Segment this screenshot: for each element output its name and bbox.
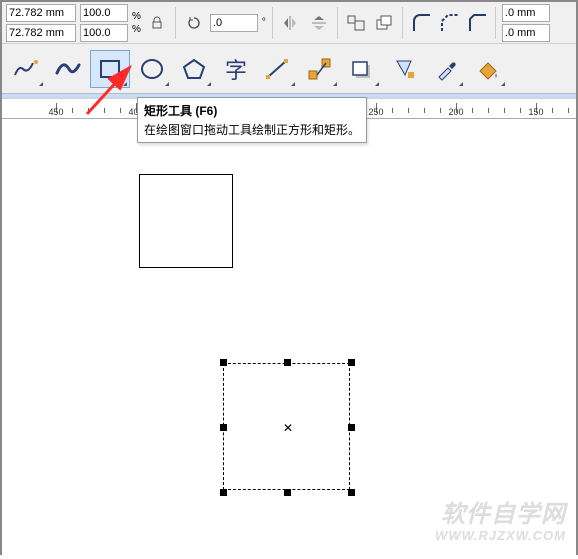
height-input[interactable]	[6, 24, 76, 42]
tooltip-body: 在绘图窗口拖动工具绘制正方形和矩形。	[144, 121, 360, 138]
align-icon[interactable]	[344, 11, 368, 35]
property-bar: % % °	[2, 2, 576, 44]
connector-tool[interactable]	[300, 50, 340, 88]
rotate-icon[interactable]	[182, 11, 206, 35]
drawn-rectangle-1[interactable]	[139, 174, 233, 268]
ruler-label: 200	[448, 107, 463, 117]
order-icon[interactable]	[372, 11, 396, 35]
handle-w[interactable]	[220, 424, 227, 431]
lock-ratio-icon[interactable]	[145, 11, 169, 35]
outline-2-input[interactable]	[502, 24, 550, 42]
corner-scallop-icon[interactable]	[437, 11, 461, 35]
ellipse-tool[interactable]	[132, 50, 172, 88]
handle-s[interactable]	[284, 489, 291, 496]
fill-tool[interactable]	[468, 50, 508, 88]
rectangle-tool-tooltip: 矩形工具 (F6) 在绘图窗口拖动工具绘制正方形和矩形。	[137, 97, 367, 143]
transparency-tool[interactable]	[384, 50, 424, 88]
freehand-tool[interactable]	[6, 50, 46, 88]
drawing-canvas[interactable]: ✕	[2, 119, 576, 559]
degree-label: °	[262, 17, 266, 28]
outline-1-input[interactable]	[502, 4, 550, 22]
scale-x-input[interactable]	[80, 4, 128, 22]
rectangle-tool[interactable]	[90, 50, 130, 88]
percent-label-2: %	[132, 24, 141, 35]
handle-n[interactable]	[284, 359, 291, 366]
text-tool[interactable]: 字	[216, 50, 256, 88]
corner-round-icon[interactable]	[409, 11, 433, 35]
tooltip-title: 矩形工具 (F6)	[144, 102, 360, 119]
ruler-label: 150	[528, 107, 543, 117]
width-input[interactable]	[6, 4, 76, 22]
handle-ne[interactable]	[348, 359, 355, 366]
percent-label: %	[132, 11, 141, 22]
center-marker[interactable]: ✕	[283, 421, 293, 435]
handle-se[interactable]	[348, 489, 355, 496]
dimension-tool[interactable]	[258, 50, 298, 88]
mirror-h-icon[interactable]	[279, 11, 303, 35]
handle-e[interactable]	[348, 424, 355, 431]
mirror-v-icon[interactable]	[307, 11, 331, 35]
corner-chamfer-icon[interactable]	[465, 11, 489, 35]
eyedropper-tool[interactable]	[426, 50, 466, 88]
angle-input[interactable]	[210, 14, 258, 32]
toolbox: 字	[2, 44, 576, 94]
drop-shadow-tool[interactable]	[342, 50, 382, 88]
polygon-tool[interactable]	[174, 50, 214, 88]
artistic-media-tool[interactable]	[48, 50, 88, 88]
scale-y-input[interactable]	[80, 24, 128, 42]
ruler-label: 450	[48, 107, 63, 117]
handle-sw[interactable]	[220, 489, 227, 496]
handle-nw[interactable]	[220, 359, 227, 366]
ruler-label: 250	[368, 107, 383, 117]
